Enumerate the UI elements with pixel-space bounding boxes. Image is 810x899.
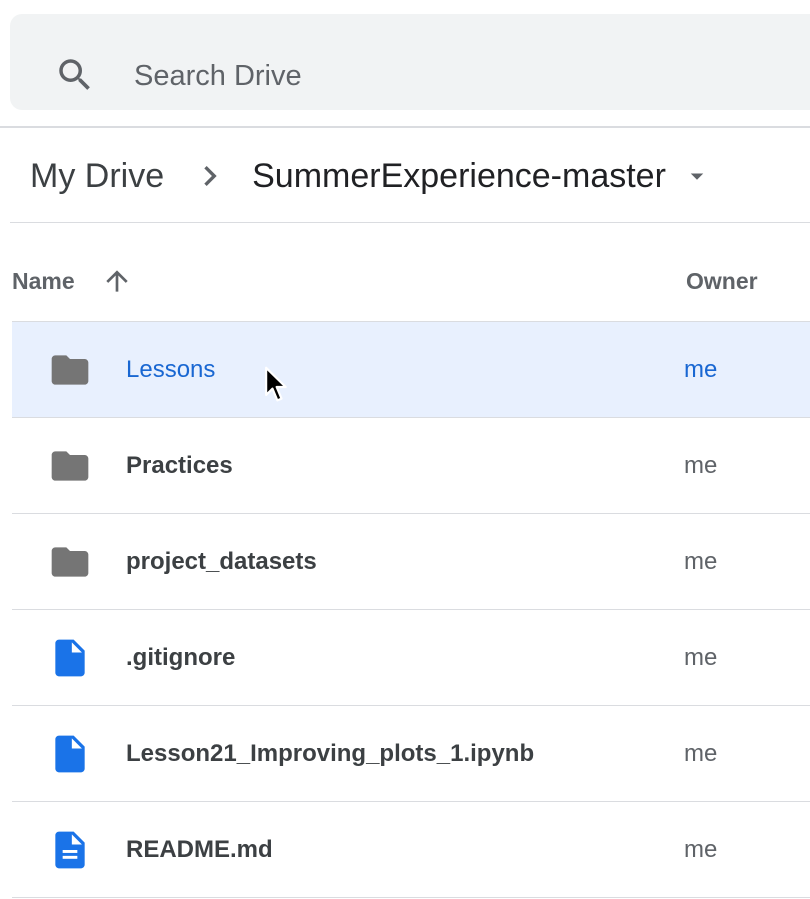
folder-icon: [51, 547, 89, 577]
search-icon[interactable]: [54, 54, 96, 96]
file-row[interactable]: .gitignore me: [12, 610, 810, 706]
file-name[interactable]: Lesson21_Improving_plots_1.ipynb: [126, 740, 534, 768]
breadcrumb-divider: [10, 222, 810, 223]
file-owner: me: [684, 644, 718, 671]
file-owner: me: [684, 356, 718, 383]
search-bar[interactable]: [10, 14, 810, 110]
file-row[interactable]: Lessons me: [12, 321, 810, 418]
file-list: Lessons me Practices me project_datasets me .g…: [12, 321, 810, 898]
file-row[interactable]: README.md me: [12, 802, 810, 898]
dropdown-arrow-icon[interactable]: [682, 161, 712, 191]
search-input[interactable]: [134, 52, 734, 100]
file-row[interactable]: Lesson21_Improving_plots_1.ipynb me: [12, 706, 810, 802]
header-divider: [0, 126, 810, 128]
file-owner: me: [684, 836, 718, 863]
file-icon: [55, 735, 85, 773]
file-name[interactable]: README.md: [126, 836, 273, 864]
document-icon: [55, 831, 85, 869]
sort-arrow-up-icon[interactable]: [101, 265, 133, 297]
file-row[interactable]: project_datasets me: [12, 514, 810, 610]
file-name[interactable]: Lessons: [126, 356, 215, 384]
file-icon: [55, 639, 85, 677]
file-name[interactable]: Practices: [126, 452, 233, 480]
file-row[interactable]: Practices me: [12, 418, 810, 514]
file-name[interactable]: .gitignore: [126, 644, 235, 672]
chevron-right-icon: [204, 166, 217, 186]
column-header-owner[interactable]: Owner: [686, 268, 758, 295]
breadcrumb: My Drive SummerExperience-master: [30, 148, 712, 204]
file-owner: me: [684, 740, 718, 767]
breadcrumb-current-folder[interactable]: SummerExperience-master: [252, 157, 666, 196]
mouse-cursor-icon: [265, 366, 287, 402]
file-name[interactable]: project_datasets: [126, 548, 317, 576]
file-owner: me: [684, 452, 718, 479]
folder-icon: [51, 451, 89, 481]
column-header-name[interactable]: Name: [12, 268, 75, 295]
folder-icon: [51, 355, 89, 385]
breadcrumb-my-drive[interactable]: My Drive: [30, 157, 164, 196]
file-owner: me: [684, 548, 718, 575]
column-header: Name Owner: [0, 252, 810, 312]
